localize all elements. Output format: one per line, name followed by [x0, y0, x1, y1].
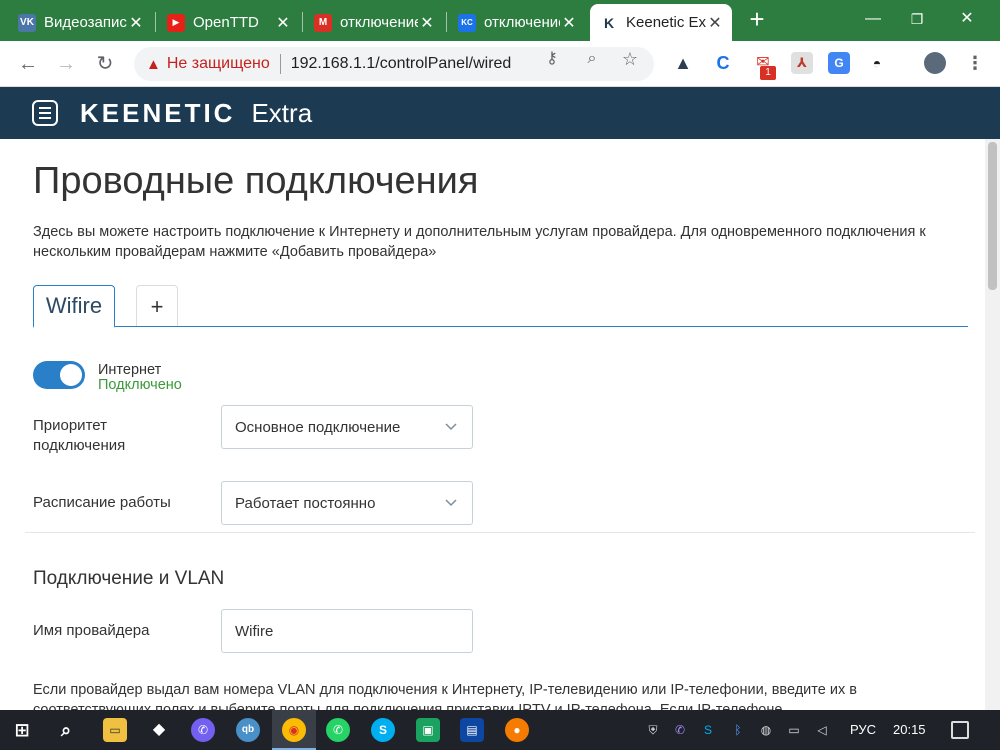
fox-app-icon[interactable]: ◆ [147, 718, 171, 742]
browser-tab-gmail[interactable]: M отключение ✕ [304, 4, 444, 41]
more-menu-icon[interactable]: ⋮ [964, 52, 986, 74]
reload-icon[interactable]: ↻ [93, 52, 117, 76]
bluetooth-icon[interactable]: ᛒ [730, 722, 746, 738]
schedule-label: Расписание работы [33, 494, 171, 511]
schedule-select[interactable]: Работает постоянно [221, 481, 473, 525]
menu-icon[interactable] [32, 100, 58, 126]
security-label[interactable]: Не защищено [167, 55, 270, 73]
bookmark-star-icon[interactable]: ☆ [620, 49, 640, 69]
network-icon[interactable]: ▭ [786, 722, 802, 738]
extension-incognito-icon[interactable]: ◓ [866, 52, 888, 74]
priority-select[interactable]: Основное подключение [221, 405, 473, 449]
close-window-icon[interactable]: ✕ [952, 6, 982, 32]
windows-start-icon[interactable]: ⊞ [10, 718, 34, 742]
scrollbar-thumb[interactable] [988, 142, 997, 290]
chevron-down-icon [445, 423, 457, 431]
search-icon[interactable]: ⌕ [54, 718, 78, 742]
close-tab-icon[interactable]: ✕ [274, 13, 292, 33]
internet-label: Интернет [98, 362, 162, 378]
close-tab-icon[interactable]: ✕ [560, 13, 578, 33]
section-divider [25, 532, 975, 533]
whatsapp-icon[interactable]: ✆ [326, 718, 350, 742]
blue-app-icon[interactable]: ▤ [460, 718, 484, 742]
priority-value: Основное подключение [235, 418, 401, 436]
internet-toggle[interactable] [33, 361, 85, 389]
extension-c-icon[interactable]: C [712, 52, 734, 74]
browser-tab-keenetic[interactable]: K Keenetic Extra ✕ [590, 4, 732, 41]
tab-wifire[interactable]: Wifire [33, 285, 115, 328]
windows-taskbar: ⊞ ⌕ ▭ ◆ ✆ qb ◉ ✆ S ▣ ▤ ● ⛨ ✆ S ᛒ ◍ ▭ ◁ Р… [0, 710, 1000, 750]
tray-skype-icon[interactable]: S [700, 722, 716, 738]
extension-triangle-icon[interactable]: ▲ [672, 52, 694, 74]
extension-pdf-icon[interactable]: ⅄ [791, 52, 813, 74]
restore-icon[interactable]: ❐ [902, 6, 932, 32]
profile-avatar[interactable] [924, 52, 946, 74]
extension-translate-icon[interactable]: G [828, 52, 850, 74]
notifications-icon[interactable] [951, 721, 969, 739]
address-bar[interactable]: ▲ Не защищено 192.168.1.1/controlPanel/w… [134, 47, 654, 81]
provider-name-label: Имя провайдера [33, 622, 150, 639]
page-title: Проводные подключения [33, 160, 479, 202]
brand-logo: KEENETIC [80, 97, 236, 128]
back-icon[interactable]: ← [16, 52, 40, 76]
close-tab-icon[interactable]: ✕ [706, 13, 724, 33]
vlan-description: Если провайдер выдал вам номера VLAN для… [33, 682, 857, 710]
forward-icon[interactable]: → [54, 52, 78, 76]
orange-app-icon[interactable]: ● [505, 718, 529, 742]
vlan-section-title: Подключение и VLAN [33, 568, 225, 589]
new-tab-button[interactable]: + [744, 6, 770, 32]
green-app-icon[interactable]: ▣ [416, 718, 440, 742]
tab-title: OpenTTD [193, 14, 259, 31]
tray-viber-icon[interactable]: ✆ [672, 722, 688, 738]
add-provider-tab[interactable]: + [136, 285, 178, 327]
tab-separator [302, 12, 303, 32]
url-text[interactable]: 192.168.1.1/controlPanel/wired [291, 55, 521, 73]
internet-status: Подключено [98, 377, 182, 393]
kc-icon: KC [458, 13, 476, 32]
tab-separator [446, 12, 447, 32]
viber-icon[interactable]: ✆ [191, 718, 215, 742]
language-indicator[interactable]: РУС [850, 722, 876, 737]
file-explorer-icon[interactable]: ▭ [103, 718, 127, 742]
skype-icon[interactable]: S [371, 718, 395, 742]
browser-tab-youtube[interactable]: ▶ OpenTTD ✕ [157, 4, 300, 41]
close-tab-icon[interactable]: ✕ [418, 13, 436, 33]
warning-icon: ▲ [146, 55, 161, 73]
tab-separator [155, 12, 156, 32]
qbittorrent-icon[interactable]: qb [236, 718, 260, 742]
vk-icon: VK [18, 13, 36, 32]
gmail-icon: M [314, 13, 332, 32]
tab-title: отключение [484, 14, 560, 31]
page-description: Здесь вы можете настроить подключение к … [33, 224, 926, 260]
chevron-down-icon [445, 499, 457, 507]
provider-name-input[interactable]: Wifire [221, 609, 473, 653]
tabs-underline [33, 326, 968, 327]
toggle-knob [60, 364, 82, 386]
app-header: KEENETIC Extra [0, 87, 1000, 139]
clock[interactable]: 20:15 [893, 722, 926, 737]
tab-title: Keenetic Extra [626, 14, 706, 31]
omnibox-divider [279, 54, 281, 74]
provider-name-value: Wifire [235, 622, 274, 640]
browser-tab-vk[interactable]: VK Видеозаписи ✕ [8, 4, 153, 41]
mail-count-badge: 1 [760, 66, 776, 80]
browser-tab-strip: VK Видеозаписи ✕ ▶ OpenTTD ✕ M отключени… [0, 0, 1000, 41]
close-tab-icon[interactable]: ✕ [127, 13, 145, 33]
browser-toolbar: ← → ↻ ▲ Не защищено 192.168.1.1/controlP… [0, 41, 1000, 87]
chrome-icon[interactable]: ◉ [282, 718, 306, 742]
tab-title: Видеозаписи [44, 14, 127, 31]
shield-icon[interactable]: ⛨ [645, 722, 661, 738]
volume-icon[interactable]: ◁ [814, 722, 830, 738]
tray-app-icon[interactable]: ◍ [758, 722, 774, 738]
model-name: Extra [251, 97, 313, 128]
tab-title: отключение [340, 14, 418, 31]
schedule-value: Работает постоянно [235, 494, 376, 512]
priority-label: Приоритет подключения [33, 417, 126, 454]
keenetic-icon: K [600, 13, 618, 32]
youtube-icon: ▶ [167, 13, 185, 32]
key-icon[interactable]: ⚷ [542, 49, 562, 69]
zoom-icon[interactable]: ⌕ [582, 49, 602, 69]
minimize-icon[interactable]: — [858, 6, 888, 32]
browser-tab-kc[interactable]: KC отключение ✕ [448, 4, 586, 41]
